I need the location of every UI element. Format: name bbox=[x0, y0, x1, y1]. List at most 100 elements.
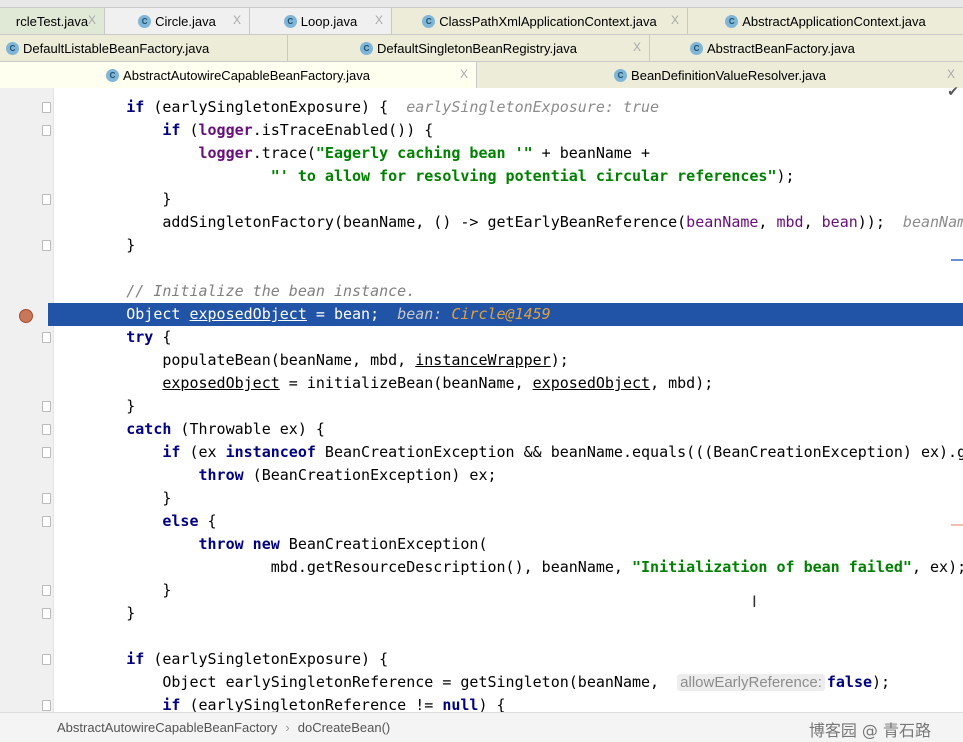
code-token: } bbox=[162, 581, 172, 599]
code-line[interactable]: "' to allow for resolving potential circ… bbox=[54, 165, 795, 188]
fold-marker-icon[interactable] bbox=[42, 447, 51, 458]
code-line[interactable]: Object earlySingletonReference = getSing… bbox=[54, 671, 890, 694]
class-icon: C bbox=[283, 14, 297, 28]
code-line[interactable]: if (earlySingletonReference != null) { bbox=[54, 694, 505, 712]
code-line[interactable]: else { bbox=[54, 510, 217, 533]
code-line[interactable]: catch (Throwable ex) { bbox=[54, 418, 325, 441]
code-token: + beanName + bbox=[532, 144, 651, 162]
close-icon[interactable]: X bbox=[947, 67, 955, 81]
code-line[interactable]: addSingletonFactory(beanName, () -> getE… bbox=[54, 211, 963, 234]
text-cursor-icon: I bbox=[752, 592, 757, 611]
close-icon[interactable]: X bbox=[233, 13, 241, 27]
tab[interactable]: C AbstractApplicationContext.java bbox=[688, 8, 963, 34]
code-token: Object earlySingletonReference = getSing… bbox=[162, 673, 678, 691]
scrollbar-marker[interactable] bbox=[951, 524, 963, 526]
tab[interactable]: rcleTest.java X bbox=[0, 8, 105, 34]
debug-value-hint: beanNam bbox=[902, 213, 963, 231]
tab[interactable]: C DefaultListableBeanFactory.java bbox=[0, 35, 288, 61]
class-icon: C bbox=[138, 14, 152, 28]
tab[interactable]: C Circle.java X bbox=[105, 8, 250, 34]
tab-active[interactable]: C AbstractAutowireCapableBeanFactory.java… bbox=[0, 62, 477, 88]
code-token: populateBean(beanName, mbd, bbox=[162, 351, 416, 369]
close-icon[interactable]: X bbox=[633, 40, 641, 54]
breakpoint-icon[interactable] bbox=[19, 309, 33, 323]
tab[interactable]: C AbstractBeanFactory.java bbox=[650, 35, 963, 61]
code-line[interactable]: } bbox=[54, 234, 135, 257]
fold-marker-icon[interactable] bbox=[42, 332, 51, 343]
code-line[interactable]: } bbox=[54, 395, 135, 418]
code-line[interactable]: exposedObject = initializeBean(beanName,… bbox=[54, 372, 713, 395]
code-line[interactable]: if (earlySingletonExposure) { earlySingl… bbox=[54, 96, 659, 119]
code-line[interactable]: } bbox=[54, 602, 135, 625]
breadcrumb-class[interactable]: AbstractAutowireCapableBeanFactory bbox=[57, 720, 277, 735]
class-icon: C bbox=[614, 68, 628, 82]
close-icon[interactable]: X bbox=[671, 13, 679, 27]
breadcrumb-method[interactable]: doCreateBean() bbox=[298, 720, 391, 735]
class-icon: C bbox=[360, 41, 374, 55]
code-line[interactable]: if (ex instanceof BeanCreationException … bbox=[54, 441, 963, 464]
tab[interactable]: C Loop.java X bbox=[250, 8, 392, 34]
code-line-current[interactable]: Object exposedObject = bean; bean: Circl… bbox=[48, 303, 963, 326]
fold-marker-icon[interactable] bbox=[42, 125, 51, 136]
code-line[interactable]: // Initialize the bean instance. bbox=[54, 280, 415, 303]
tab[interactable]: C BeanDefinitionValueResolver.java X bbox=[477, 62, 963, 88]
code-token: if bbox=[126, 650, 145, 668]
fold-marker-icon[interactable] bbox=[42, 608, 51, 619]
code-line[interactable]: populateBean(beanName, mbd, instanceWrap… bbox=[54, 349, 569, 372]
fold-marker-icon[interactable] bbox=[42, 516, 51, 527]
debug-value-hint: bean: bbox=[397, 305, 452, 323]
code-token: mbd.getResourceDescription(), beanName, bbox=[270, 558, 632, 576]
code-line[interactable]: if (logger.isTraceEnabled()) { bbox=[54, 119, 433, 142]
scrollbar-marker[interactable] bbox=[951, 259, 963, 261]
code-line[interactable]: mbd.getResourceDescription(), beanName, … bbox=[54, 556, 963, 579]
close-icon[interactable]: X bbox=[460, 67, 468, 81]
tab[interactable]: C ClassPathXmlApplicationContext.java X bbox=[392, 8, 688, 34]
fold-marker-icon[interactable] bbox=[42, 102, 51, 113]
fold-marker-icon[interactable] bbox=[42, 654, 51, 665]
code-token: if bbox=[162, 696, 181, 712]
code-line[interactable]: } bbox=[54, 188, 171, 211]
tab-label: BeanDefinitionValueResolver.java bbox=[631, 67, 826, 83]
code-token: = initializeBean(beanName, bbox=[279, 374, 533, 392]
code-token: } bbox=[126, 604, 136, 622]
fold-marker-icon[interactable] bbox=[42, 585, 51, 596]
code-line[interactable]: try { bbox=[54, 326, 171, 349]
fold-marker-icon[interactable] bbox=[42, 493, 51, 504]
tab-label: AbstractApplicationContext.java bbox=[742, 13, 926, 29]
code-token: ); bbox=[550, 351, 569, 369]
code-token: { bbox=[198, 512, 217, 530]
fold-marker-icon[interactable] bbox=[42, 401, 51, 412]
code-line[interactable]: } bbox=[54, 487, 171, 510]
fold-marker-icon[interactable] bbox=[42, 424, 51, 435]
code-token: instanceWrapper bbox=[415, 351, 551, 369]
code-line[interactable]: throw new BeanCreationException( bbox=[54, 533, 488, 556]
tab[interactable]: C DefaultSingletonBeanRegistry.java X bbox=[288, 35, 650, 61]
fold-marker-icon[interactable] bbox=[42, 700, 51, 711]
code-editor[interactable]: if (earlySingletonExposure) { earlySingl… bbox=[0, 88, 963, 712]
code-token: ); bbox=[872, 673, 891, 691]
tab-row-2: C DefaultListableBeanFactory.java C Defaul… bbox=[0, 35, 963, 62]
code-line[interactable]: } bbox=[54, 579, 171, 602]
code-line[interactable]: logger.trace("Eagerly caching bean '" + … bbox=[54, 142, 651, 165]
close-icon[interactable]: X bbox=[88, 13, 96, 27]
code-token: logger bbox=[198, 144, 253, 162]
tab-label: AbstractBeanFactory.java bbox=[707, 40, 855, 56]
inspection-ok-icon[interactable]: ✔ bbox=[947, 84, 959, 100]
watermark: 博客园 @ 青石路 bbox=[808, 721, 931, 740]
fold-marker-icon[interactable] bbox=[42, 240, 51, 251]
close-icon[interactable]: X bbox=[375, 13, 383, 27]
class-icon: C bbox=[6, 41, 19, 55]
code-line[interactable]: if (earlySingletonExposure) { bbox=[54, 648, 388, 671]
code-line[interactable]: throw (BeanCreationException) ex; bbox=[54, 464, 497, 487]
fold-marker-icon[interactable] bbox=[42, 194, 51, 205]
debug-value-hint: earlySingletonExposure: true bbox=[406, 98, 660, 116]
